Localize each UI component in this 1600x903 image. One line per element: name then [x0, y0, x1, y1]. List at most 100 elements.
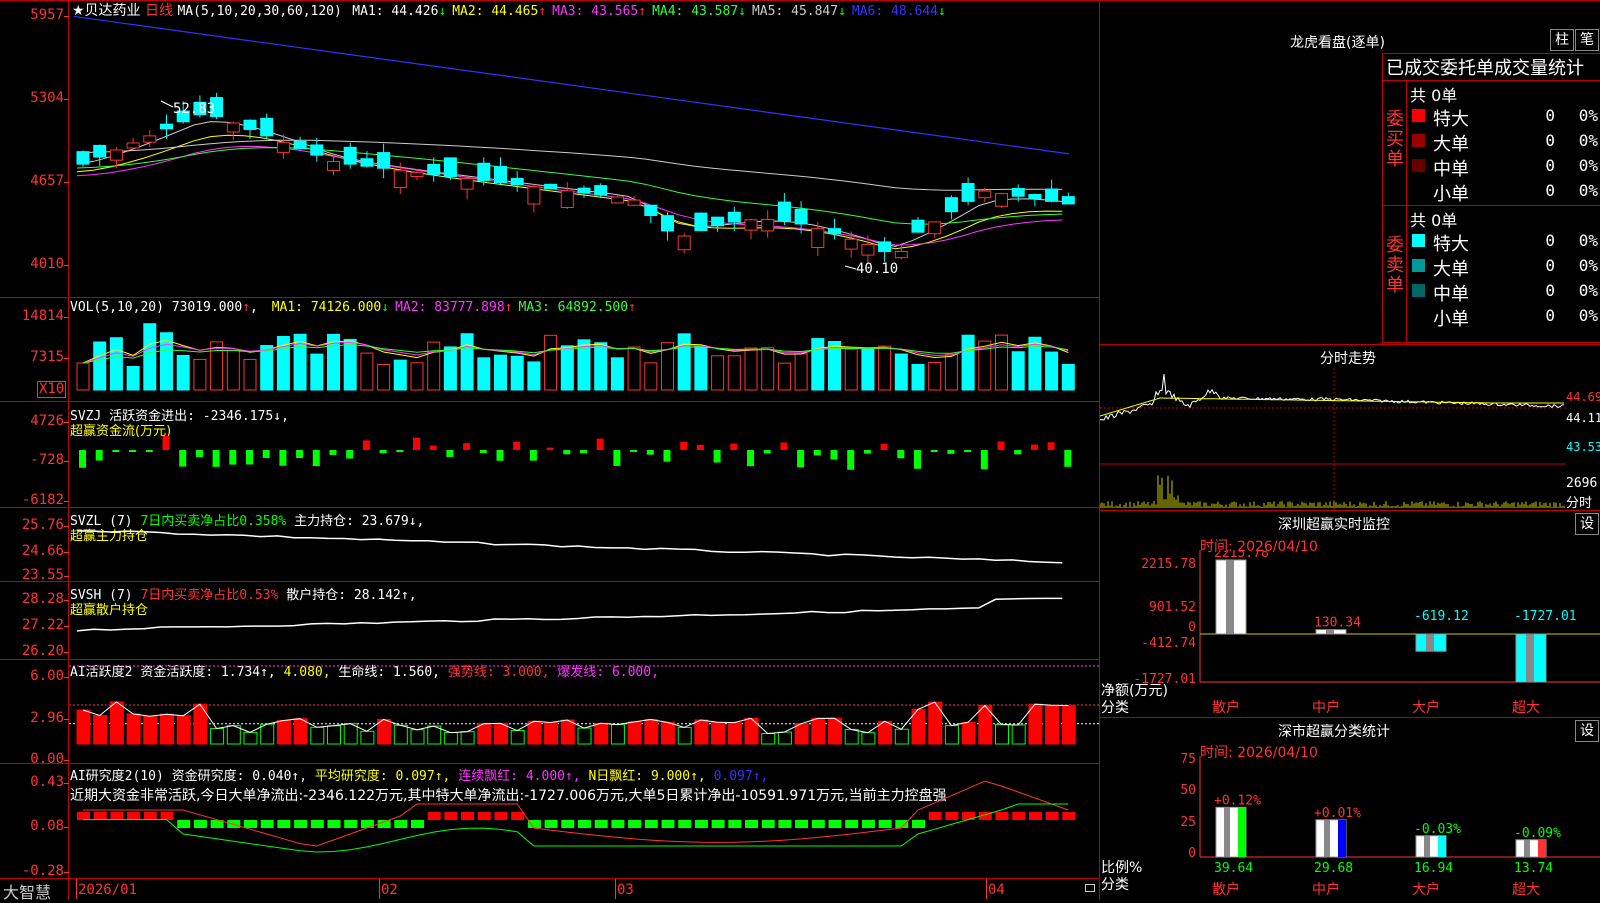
ai-research-bar	[594, 820, 608, 828]
y-tick-label: 14814	[21, 308, 64, 324]
candle-body	[711, 216, 725, 227]
order-percent: 0%	[1578, 256, 1598, 275]
fund-flow-bar	[763, 450, 771, 454]
ai-research-bar	[177, 820, 191, 828]
orders-mid-sep	[1382, 205, 1600, 206]
sz-bar-shade	[1426, 634, 1434, 652]
orders-title-sep	[1382, 80, 1600, 81]
volume-bar	[894, 353, 908, 391]
ai-research-bar	[1012, 812, 1026, 820]
y-tick-label: 0.08	[30, 818, 64, 834]
orders-box-left	[1382, 53, 1383, 343]
candle-body	[694, 212, 708, 232]
ai-active-bar	[143, 715, 158, 745]
fund-flow-bar	[830, 450, 838, 460]
ai-research-bar	[193, 820, 207, 828]
order-count: 0	[1545, 306, 1555, 325]
volume-bar	[76, 362, 90, 391]
ai-research-bar	[461, 812, 475, 820]
volume-bar	[510, 355, 524, 391]
ai-research-bar	[945, 812, 959, 820]
ai-research-line-red	[83, 780, 1069, 847]
ai-research-bar	[1045, 812, 1059, 820]
ai-active-bar	[560, 719, 575, 745]
ai-research-bar	[694, 820, 708, 828]
kline-chart[interactable]: 52.83 40.10	[69, 1, 1099, 297]
main-holding-chart[interactable]	[69, 508, 1099, 581]
ai-research-bar	[928, 812, 942, 820]
y-tick-label: 6.00	[30, 668, 64, 684]
ai-active-chart[interactable]	[69, 660, 1099, 763]
fund-flow-chart[interactable]	[69, 402, 1099, 507]
volume-bar	[93, 341, 107, 391]
column-view-button[interactable]: 柱	[1550, 29, 1574, 51]
volume-bar	[427, 341, 441, 391]
low-price-label: 40.10	[856, 261, 898, 277]
candle-body	[727, 211, 741, 223]
fund-flow-bar	[195, 450, 203, 458]
sz-category-label: 散户	[1212, 699, 1240, 716]
fund-flow-bar	[312, 450, 320, 467]
ai-research-chart[interactable]	[69, 764, 1099, 878]
order-color-swatch	[1412, 234, 1425, 247]
candle-body	[928, 221, 942, 235]
candle-body	[393, 169, 407, 188]
lock-icon[interactable]	[1085, 884, 1095, 892]
volume-bar	[911, 363, 925, 391]
sm-stats-chart[interactable]: +0.12% 39.64 散户 +0.01% 29.68 中户 -0.03% 16.94 大户 -…	[1100, 756, 1600, 900]
tick-view-button[interactable]: 笔	[1575, 29, 1599, 51]
intraday-chart[interactable]	[1100, 368, 1566, 510]
ai-active-bar	[727, 722, 742, 745]
candle-body	[377, 152, 391, 169]
ai-research-bar	[995, 812, 1009, 820]
ai-research-bar	[811, 820, 825, 828]
ai-research-bar	[878, 820, 892, 828]
ai-active-bar	[243, 731, 258, 745]
volume-bar	[878, 345, 892, 391]
candle-body	[76, 151, 90, 165]
ai-active-bar	[443, 732, 458, 745]
ai-active-bar	[961, 721, 976, 745]
candle-body	[226, 122, 240, 133]
volume-bar	[644, 362, 658, 391]
candle-body	[343, 146, 357, 165]
low-price-pointer	[844, 265, 857, 270]
ai-research-bar	[661, 820, 675, 828]
ai-active-bar	[76, 709, 91, 745]
volume-bar	[260, 345, 274, 391]
ai-research-bar	[795, 820, 809, 828]
ai-active-bar	[878, 720, 893, 745]
candle-body	[410, 171, 424, 178]
candle-body	[828, 228, 841, 235]
fund-flow-bar	[396, 450, 404, 452]
ai-active-bar	[944, 725, 959, 745]
candle-body	[143, 135, 157, 143]
fund-flow-bar	[563, 450, 571, 455]
ai-active-bar	[343, 723, 358, 745]
candle-body	[794, 208, 808, 225]
sz-monitor-chart[interactable]: 2215.78 散户 130.34 中户 -619.12 大户 -1727.01 超大	[1100, 550, 1600, 718]
volume-bar	[310, 353, 324, 391]
fund-flow-bar	[747, 450, 754, 467]
sz-settings-button[interactable]: 设	[1575, 513, 1599, 535]
y-tick-label: 5957	[30, 7, 64, 23]
fund-flow-bar	[463, 443, 471, 450]
x-tick-mark	[986, 879, 987, 899]
intraday-avg-line	[1100, 397, 1564, 417]
ai-active-bar	[677, 726, 692, 745]
ai-active-bar	[160, 713, 174, 745]
ai-active-bar	[777, 731, 792, 745]
retail-holding-chart[interactable]	[69, 582, 1099, 659]
ai-research-bar	[427, 812, 441, 820]
candle-body	[1045, 188, 1059, 202]
volume-chart[interactable]	[69, 298, 1099, 401]
candle-body	[560, 190, 574, 208]
candle-body	[861, 243, 875, 256]
sm-bar-change: +0.01%	[1314, 806, 1361, 821]
volume-bar	[360, 352, 374, 391]
fund-flow-bar	[429, 445, 437, 450]
volume-bar	[477, 357, 491, 391]
sm-settings-button[interactable]: 设	[1575, 720, 1599, 742]
fund-flow-bar	[79, 450, 86, 468]
candle-body	[961, 183, 975, 202]
